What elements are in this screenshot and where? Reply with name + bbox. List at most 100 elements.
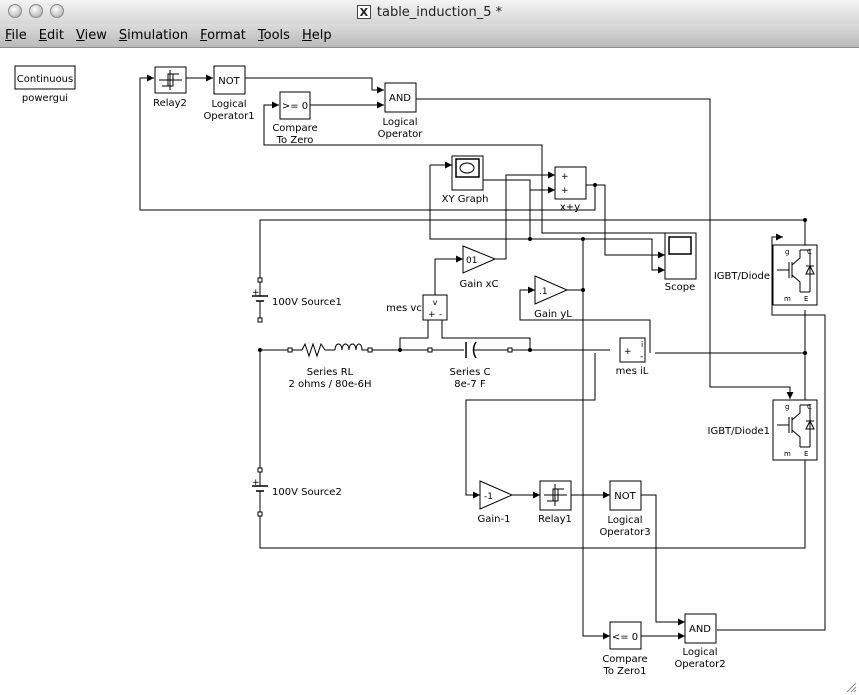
logical-operator1-block[interactable]: NOT Logical Operator1	[203, 65, 255, 122]
gain-xc-block[interactable]: 01 Gain xC	[459, 245, 499, 290]
igbt-diode1-block[interactable]: g C m E IGBT/Diode1	[708, 399, 818, 461]
mes-vc-block[interactable]: v + - mes vc	[386, 294, 448, 321]
not1-label2: Operator1	[203, 111, 254, 122]
rl-label2: 2 ohms / 80e-6H	[288, 379, 371, 390]
c-label2: 8e-7 F	[454, 379, 486, 390]
sum-plus2: +	[561, 186, 569, 196]
dc-source1-block[interactable]: + 100V Source1	[252, 277, 342, 323]
gain-yl-block[interactable]: .1 Gain yL	[534, 275, 572, 320]
not1-label1: Logical	[211, 99, 246, 110]
gainxc-label: Gain xC	[459, 279, 498, 290]
line-gainxc-sum	[495, 171, 555, 260]
resize-grip-icon[interactable]	[845, 681, 857, 693]
and1-label2: Operator	[378, 129, 424, 140]
line-and1-igbt1	[416, 98, 794, 399]
resistor-icon	[292, 342, 335, 358]
menu-tools-rest: ools	[263, 28, 290, 43]
pwr-vc-left	[399, 320, 429, 350]
compare-to-zero1-block[interactable]: <= 0 Compare To Zero1	[602, 621, 648, 677]
model-canvas[interactable]: Continuous powergui Relay2 NOT Logical O…	[0, 48, 859, 695]
menu-tools[interactable]: Tools	[258, 28, 297, 43]
not3-label2: Operator3	[599, 527, 650, 538]
menu-format[interactable]: Format	[200, 28, 253, 43]
menu-view-rest: iew	[84, 28, 107, 43]
mesil-plus: +	[624, 347, 632, 357]
menu-edit-accel: E	[38, 28, 47, 43]
src2-plus: +	[252, 478, 260, 488]
igbt1-g: g	[785, 248, 789, 256]
gainxc-text: 01	[466, 256, 477, 266]
xygraph-label: XY Graph	[442, 194, 489, 205]
menu-file-rest: ile	[11, 28, 27, 43]
and2-label1: Logical	[682, 647, 717, 658]
menu-view[interactable]: View	[76, 28, 114, 43]
powergui-block[interactable]: Continuous powergui	[14, 65, 76, 104]
scope-block[interactable]: Scope	[664, 232, 697, 293]
igbt2-label: IGBT/Diode1	[708, 426, 771, 437]
gain-minus1-block[interactable]: -1 Gain-1	[478, 480, 514, 525]
igbt-diode-block[interactable]: g C m E IGBT/Diode	[714, 244, 818, 306]
igbt2-c: C	[807, 403, 812, 411]
menu-help-rest: elp	[311, 28, 332, 43]
series-rl-block[interactable]: Series RL 2 ohms / 80e-6H	[287, 342, 373, 390]
relay1-block[interactable]: Relay1	[538, 480, 572, 525]
mesvc-label: mes vc	[386, 303, 422, 314]
scope-icon	[668, 236, 692, 255]
gainm1-text: -1	[484, 492, 493, 502]
logical-operator3-block[interactable]: NOT Logical Operator3	[599, 480, 651, 538]
mesil-label: mes iL	[616, 366, 649, 377]
logical-operator-block[interactable]: AND Logical Operator	[378, 82, 424, 140]
compare-to-zero-block[interactable]: >= 0 Compare To Zero	[272, 91, 318, 146]
mes-il-block[interactable]: i + - mes iL	[616, 337, 649, 377]
igbt2-g: g	[785, 403, 789, 411]
rl-label1: Series RL	[307, 367, 354, 378]
menu-simulation-accel: S	[118, 28, 128, 43]
src1-label: 100V Source1	[272, 297, 342, 308]
sum-plus1: +	[561, 172, 569, 182]
gainyl-label: Gain yL	[534, 309, 572, 320]
relay2-label: Relay2	[153, 98, 187, 109]
relay1-label: Relay1	[538, 514, 572, 525]
igbt2-e: E	[804, 450, 808, 458]
src2-label: 100V Source2	[272, 487, 342, 498]
and1-text: AND	[389, 93, 411, 104]
series-c-block[interactable]: Series C 8e-7 F	[427, 341, 513, 390]
line-not3-and2	[641, 494, 685, 626]
menu-simulation[interactable]: Simulation	[119, 28, 195, 43]
cmp1-text: >= 0	[282, 101, 308, 112]
relay2-block[interactable]: Relay2	[153, 66, 187, 109]
title-bar[interactable]: X table_induction_5 *	[0, 0, 859, 25]
powergui-text: Continuous	[17, 74, 73, 85]
line-cmp2-in	[582, 290, 610, 640]
mesil-minus: -	[640, 352, 643, 362]
and1-label1: Logical	[382, 117, 417, 128]
sum-label: x+y	[560, 202, 580, 213]
cmp2-text: <= 0	[612, 632, 638, 643]
menu-format-rest: ormat	[207, 28, 246, 43]
sum-block[interactable]: + + x+y	[554, 166, 587, 213]
mesvc-minus: -	[439, 310, 442, 320]
menu-bar: File Edit View Simulation Format Tools H…	[0, 24, 859, 48]
scope-label: Scope	[665, 282, 695, 293]
menu-edit[interactable]: Edit	[39, 28, 71, 43]
inductor-icon	[334, 343, 368, 351]
menu-help-accel: H	[301, 28, 312, 43]
not3-text: NOT	[614, 491, 636, 502]
junction-dots	[258, 183, 807, 355]
cmp1-label1: Compare	[272, 123, 317, 134]
and2-text: AND	[689, 624, 711, 635]
menu-file[interactable]: File	[5, 28, 34, 43]
x11-app-icon: X	[356, 5, 371, 19]
dc-source2-block[interactable]: + 100V Source2	[252, 467, 342, 517]
pwr-bottom	[259, 460, 806, 549]
xy-graph-block[interactable]: XY Graph	[442, 155, 489, 205]
menu-help[interactable]: Help	[302, 28, 339, 43]
mesil-port-i: i	[641, 340, 643, 349]
igbt2-m: m	[784, 450, 791, 458]
pwr-mesil-igbt	[655, 310, 806, 354]
menu-edit-rest: dit	[47, 28, 64, 43]
igbt1-label: IGBT/Diode	[714, 271, 770, 282]
line-not1-and1	[245, 77, 384, 94]
cmp2-label2: To Zero1	[602, 666, 646, 677]
mesvc-port-v: v	[433, 298, 438, 307]
